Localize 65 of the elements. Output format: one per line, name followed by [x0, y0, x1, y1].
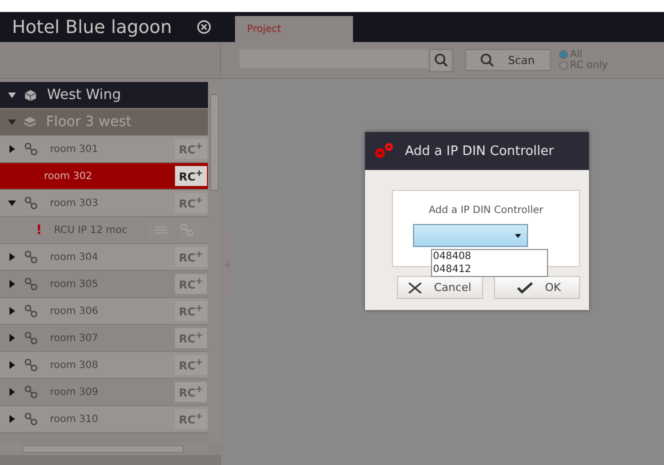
- add-rc-button[interactable]: RC$^{+}$: [175, 193, 207, 213]
- ok-button[interactable]: OK: [494, 276, 580, 299]
- tab[interactable]: Project: [235, 16, 353, 42]
- warning-icon: !: [36, 222, 42, 238]
- caret-icon[interactable]: [8, 199, 16, 207]
- room-label[interactable]: room 308: [50, 360, 98, 370]
- scan-button[interactable]: Scan: [465, 49, 551, 71]
- link-icon: [24, 331, 38, 345]
- add-rc-button[interactable]: RC$^{+}$: [175, 247, 207, 267]
- close-icon[interactable]: [197, 20, 211, 34]
- caret-icon[interactable]: [8, 91, 16, 99]
- caret-icon[interactable]: [8, 334, 16, 342]
- link-icon: [24, 385, 38, 399]
- caret-icon: [514, 234, 520, 238]
- add-rc-button[interactable]: RC$^{+}$: [175, 328, 207, 348]
- x-icon: [408, 282, 422, 294]
- room-label[interactable]: room 306: [50, 306, 98, 316]
- caret-icon[interactable]: [8, 415, 16, 423]
- cancel-button[interactable]: Cancel: [397, 276, 483, 299]
- add-rc-button[interactable]: RC$^{+}$: [175, 166, 207, 186]
- caret-icon[interactable]: [8, 361, 16, 369]
- room-label[interactable]: room 301: [50, 144, 98, 154]
- caret-icon[interactable]: [8, 388, 16, 396]
- room-label[interactable]: room 302: [44, 170, 92, 182]
- add-rc-button[interactable]: RC$^{+}$: [175, 382, 207, 402]
- gears-icon: [373, 142, 395, 160]
- check-icon: [517, 282, 533, 294]
- room-label[interactable]: room 309: [50, 386, 98, 398]
- horizontal-scrollbar[interactable]: [0, 443, 208, 455]
- link-icon: [180, 223, 194, 237]
- room-label[interactable]: room 310: [50, 414, 98, 424]
- dropdown-option[interactable]: 048412: [432, 263, 547, 276]
- cube-icon: [24, 88, 37, 102]
- add-rc-button[interactable]: RC$^{+}$: [175, 274, 207, 294]
- dropdown-option[interactable]: 048408: [432, 250, 547, 263]
- caret-icon[interactable]: [8, 145, 16, 153]
- controller-dropdown[interactable]: [412, 224, 528, 247]
- link-icon: [24, 277, 38, 291]
- dialog-prompt: Add a IP DIN Controller: [428, 205, 544, 216]
- room-label[interactable]: room 307: [50, 332, 98, 344]
- device-label[interactable]: RCU IP 12 moc: [54, 224, 128, 236]
- layers-icon: [24, 117, 36, 127]
- link-icon: [24, 250, 38, 264]
- room-label[interactable]: room 305: [50, 278, 98, 290]
- link-icon: [24, 304, 38, 318]
- caret-icon[interactable]: [8, 307, 16, 315]
- add-rc-button[interactable]: RC$^{+}$: [175, 139, 207, 159]
- search-icon: [434, 53, 448, 67]
- link-icon: [24, 358, 38, 372]
- dialog-title: Add a IP DIN Controller: [405, 144, 554, 158]
- link-icon: [24, 412, 38, 426]
- project-title: Hotel Blue lagoon: [12, 16, 172, 38]
- search-icon: [480, 53, 494, 67]
- caret-icon[interactable]: [8, 280, 16, 288]
- caret-icon[interactable]: [8, 253, 16, 261]
- add-rc-button[interactable]: RC$^{+}$: [175, 409, 207, 429]
- room-label[interactable]: room 304: [50, 252, 98, 262]
- add-rc-button[interactable]: RC$^{+}$: [175, 355, 207, 375]
- link-icon: [24, 196, 38, 210]
- search-field[interactable]: [239, 48, 429, 68]
- vertical-scrollbar[interactable]: [208, 82, 221, 443]
- room-label[interactable]: room 303: [50, 198, 98, 208]
- link-icon: [24, 142, 38, 156]
- search-button[interactable]: [429, 48, 453, 72]
- add-rc-button[interactable]: RC$^{+}$: [175, 301, 207, 321]
